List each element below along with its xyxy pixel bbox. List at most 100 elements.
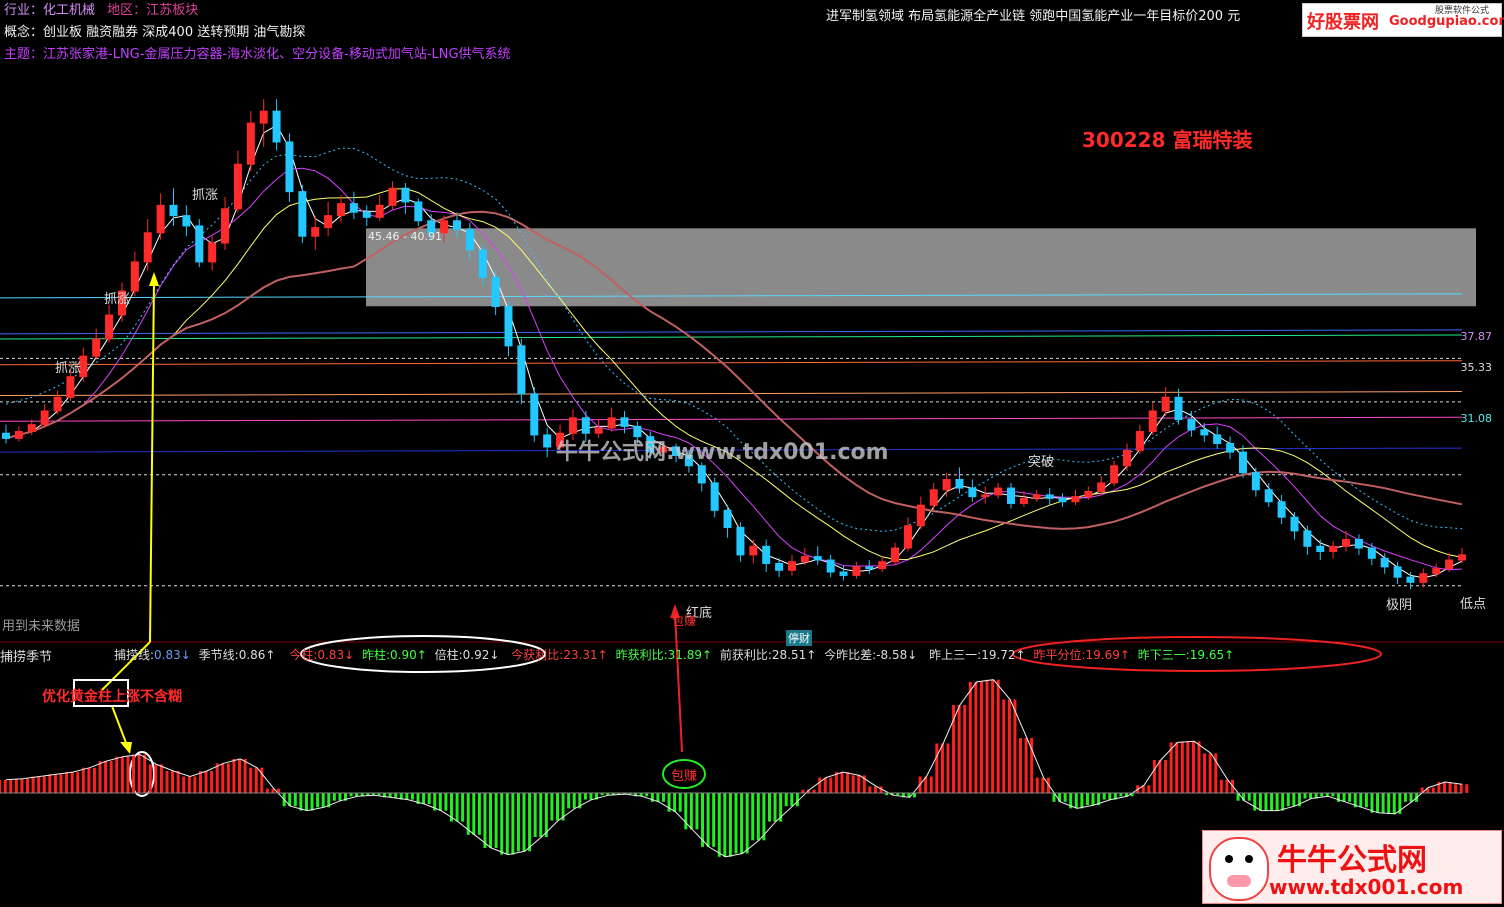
yellow-arrow-2 <box>111 705 129 749</box>
candle-body <box>1135 431 1144 451</box>
range-label: 45.46 - 40.91 <box>368 230 442 243</box>
logo-sub: Goodgupiao.com <box>1389 14 1504 29</box>
indicator-item: 今柱:0.83↓ <box>289 648 355 662</box>
candle-body <box>607 417 616 429</box>
candle-body <box>697 465 706 484</box>
candle-body <box>362 211 371 218</box>
candle-body <box>233 163 242 210</box>
candle-body <box>259 110 268 124</box>
logo-main: 好股票网 <box>1307 12 1379 33</box>
industry-line: 行业：化工机械 地区：江苏板块 <box>4 3 198 19</box>
candle-body <box>916 504 925 527</box>
candle-body <box>169 204 178 217</box>
indicator-item: 昨下三一:19.65↑ <box>1137 648 1235 662</box>
candle-body <box>272 110 281 143</box>
concept-line: 概念：创业板 融资融券 深成400 送转预期 油气勘探 <box>4 25 305 41</box>
candle-body <box>1200 429 1209 436</box>
candle-body <box>375 204 384 218</box>
site-logo[interactable]: 好股票网 Goodgupiao.com 股票软件公式 <box>1302 3 1504 37</box>
candle-body <box>594 427 603 434</box>
region-label: 地区： <box>107 3 147 18</box>
candle-body <box>891 547 900 563</box>
candle-body <box>878 561 887 570</box>
tingcai-tag: 停财 <box>786 630 812 646</box>
industry-label: 行业： <box>4 3 44 18</box>
price-level-3: 31.08 <box>1460 412 1493 425</box>
candle-body <box>208 242 217 263</box>
candle-body <box>826 559 835 573</box>
indicator-item: 今昨比差:-8.58↓ <box>824 648 918 662</box>
candle-body <box>775 562 784 571</box>
theme-line: 主题：江苏张家港-LNG-金属压力容器-海水淡化、空分设备-移动式加气站-LNG… <box>4 47 511 63</box>
candle-body <box>1058 497 1067 503</box>
candle-body <box>1290 516 1299 532</box>
candle-body <box>388 187 397 206</box>
candle-body <box>1329 545 1338 552</box>
candle-body <box>1071 496 1080 503</box>
ma-white-line <box>5 124 1463 579</box>
candle-body <box>311 227 320 237</box>
candle-body <box>1316 545 1325 552</box>
candle-body <box>246 122 255 165</box>
candle-body <box>1238 451 1247 474</box>
candle-body <box>1458 554 1466 561</box>
candle-body <box>1393 566 1402 578</box>
candle-body <box>298 191 307 237</box>
candle-body <box>1045 494 1054 499</box>
theme-value: 江苏张家港-LNG-金属压力容器-海水淡化、空分设备-移动式加气站-LNG供气系… <box>43 47 511 62</box>
indicator-item: 昨柱:0.90↑ <box>361 648 427 662</box>
candle-body <box>1110 465 1119 484</box>
candle-body <box>156 204 165 234</box>
watermark-box: 牛牛公式网 www.tdx001.com <box>1202 830 1502 904</box>
candle-body <box>517 345 526 395</box>
cow-mascot-icon <box>1209 837 1269 901</box>
baozhuan-label: 包赚 <box>671 769 698 784</box>
candle-body <box>839 571 848 576</box>
candle-body <box>1251 472 1260 491</box>
candle-body <box>53 396 62 412</box>
candle-body <box>568 417 577 434</box>
candle-body <box>1032 494 1041 499</box>
concept-value: 创业板 融资融券 深成400 送转预期 油气勘探 <box>43 25 306 40</box>
indicator-item: 昨获利比:31.89↑ <box>615 648 713 662</box>
candle-body <box>66 376 75 398</box>
candle-body <box>955 478 964 489</box>
candle-body <box>813 556 822 561</box>
candle-body <box>1406 576 1415 583</box>
candle-body <box>1367 547 1376 559</box>
candle-body <box>504 305 513 347</box>
candle-body <box>749 545 758 556</box>
watermark-mid: 牛牛公式网:www.tdx001.com <box>556 440 889 465</box>
candle-body <box>1019 497 1028 504</box>
candle-body <box>1187 419 1196 431</box>
candle-body <box>1122 449 1131 467</box>
trend-line <box>0 391 1463 397</box>
future-data-label: 用到未来数据 <box>2 619 81 634</box>
stock-title: 300228 富瑞特装 <box>1082 128 1253 152</box>
candle-body <box>710 482 719 511</box>
candle-body <box>968 487 977 498</box>
candle-body <box>2 432 10 439</box>
candle-body <box>942 478 951 491</box>
yellow-arrow-head-2 <box>120 742 132 754</box>
trend-line <box>0 360 1463 366</box>
candle-body <box>324 215 333 229</box>
candle-body <box>337 203 346 217</box>
concept-label: 概念： <box>4 25 44 40</box>
candle-body <box>130 261 139 292</box>
yellow-arrow-head <box>149 272 159 286</box>
candle-body <box>1007 487 1016 504</box>
red-arrow <box>674 611 683 753</box>
watermark-title: 牛牛公式网 <box>1277 843 1427 878</box>
candle-body <box>14 431 23 439</box>
industry-value: 化工机械 <box>43 3 96 18</box>
candle-body <box>491 276 500 307</box>
watermark-url: www.tdx001.com <box>1269 875 1464 899</box>
candle-body <box>105 314 114 340</box>
headline: 进军制氢领域 布局氢能源全产业链 领跑中国氢能产业一年目标价200 元 <box>826 9 1241 24</box>
candle-body <box>465 228 474 251</box>
candle-body <box>1445 559 1454 570</box>
price-level-1: 37.87 <box>1460 330 1493 343</box>
candle-body <box>401 187 410 203</box>
indicator-values: 捕捞线:0.83↓ 季节线:0.86↑ 今柱:0.83↓ 昨柱:0.90↑ 倍柱… <box>114 646 1234 663</box>
